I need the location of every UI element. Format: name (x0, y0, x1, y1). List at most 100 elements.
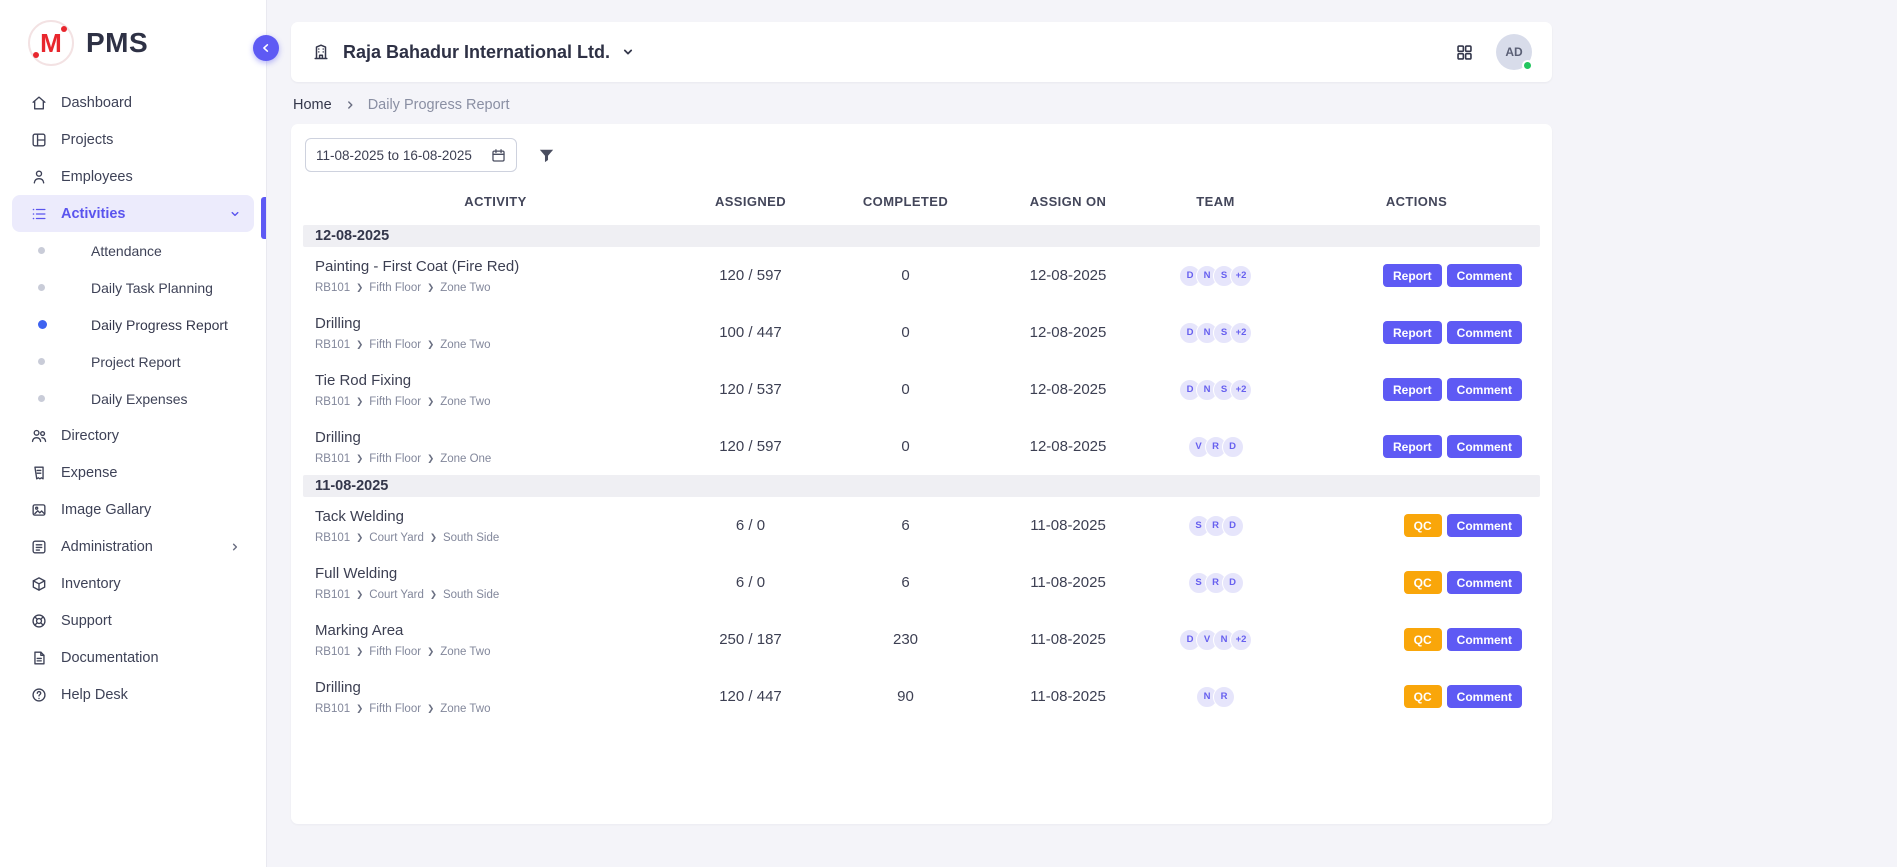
team-avatar[interactable]: D (1222, 436, 1244, 458)
sidebar-item-employees[interactable]: Employees (12, 158, 254, 195)
assign-on-value: 11-08-2025 (998, 688, 1138, 705)
comment-button[interactable]: Comment (1447, 321, 1522, 344)
sidebar-collapse-button[interactable] (253, 35, 279, 61)
sidebar-item-daily-progress-report[interactable]: Daily Progress Report (12, 306, 254, 343)
nav-label: Dashboard (61, 95, 132, 111)
sidebar-item-project-report[interactable]: Project Report (12, 343, 254, 380)
activity-name: Marking Area (315, 622, 688, 639)
receipt-icon (30, 464, 48, 482)
table-row: Marking Area RB101❯ Fifth Floor❯ Zone Tw… (303, 611, 1540, 668)
sidebar-item-support[interactable]: Support (12, 602, 254, 639)
completed-value: 0 (813, 267, 998, 284)
sidebar-item-help-desk[interactable]: Help Desk (12, 676, 254, 713)
online-status-dot (1522, 60, 1533, 71)
chevron-right-icon: ❯ (430, 589, 437, 600)
completed-value: 6 (813, 517, 998, 534)
app-title: PMS (86, 27, 148, 59)
chevron-down-icon[interactable] (620, 44, 636, 60)
comment-button[interactable]: Comment (1447, 264, 1522, 287)
chevron-right-icon: ❯ (356, 339, 363, 350)
assigned-value: 120 / 597 (688, 438, 813, 455)
sidebar-item-daily-task-planning[interactable]: Daily Task Planning (12, 269, 254, 306)
activity-name: Tie Rod Fixing (315, 372, 688, 389)
comment-button[interactable]: Comment (1447, 685, 1522, 708)
apps-grid-icon[interactable] (1455, 43, 1474, 62)
team-extra-count[interactable]: +2 (1230, 322, 1252, 344)
report-button[interactable]: Report (1383, 321, 1442, 344)
team-avatars: D N S +2 (1138, 265, 1293, 287)
avatar[interactable]: AD (1496, 34, 1532, 70)
column-header-actions: ACTIONS (1293, 194, 1540, 209)
qc-button[interactable]: QC (1404, 685, 1442, 708)
comment-button[interactable]: Comment (1447, 435, 1522, 458)
topbar: Raja Bahadur International Ltd. AD (291, 22, 1552, 82)
comment-button[interactable]: Comment (1447, 571, 1522, 594)
team-extra-count[interactable]: +2 (1230, 629, 1252, 651)
assign-on-value: 12-08-2025 (998, 267, 1138, 284)
comment-button[interactable]: Comment (1447, 628, 1522, 651)
filter-icon[interactable] (537, 146, 556, 165)
sidebar-item-projects[interactable]: Projects (12, 121, 254, 158)
chevron-right-icon: ❯ (427, 453, 434, 464)
activity-name: Drilling (315, 429, 688, 446)
breadcrumb-home[interactable]: Home (293, 97, 332, 113)
date-range-input[interactable]: 11-08-2025 to 16-08-2025 (305, 138, 517, 172)
nav-label: Image Gallary (61, 502, 151, 518)
team-avatar[interactable]: D (1222, 572, 1244, 594)
row-actions: QC Comment (1293, 514, 1540, 537)
company-name: Raja Bahadur International Ltd. (343, 42, 610, 63)
logo-dot (33, 52, 39, 58)
chevron-right-icon: ❯ (427, 396, 434, 407)
activity-name: Tack Welding (315, 508, 688, 525)
team-extra-count[interactable]: +2 (1230, 379, 1252, 401)
image-icon (30, 501, 48, 519)
sidebar-item-attendance[interactable]: Attendance (12, 232, 254, 269)
comment-button[interactable]: Comment (1447, 378, 1522, 401)
sidebar-item-activities[interactable]: Activities (12, 195, 254, 232)
bullet-dot-icon (38, 395, 45, 402)
sidebar-item-expense[interactable]: Expense (12, 454, 254, 491)
chevron-right-icon: ❯ (427, 646, 434, 657)
chevron-right-icon (228, 540, 242, 554)
nav-label: Daily Expenses (91, 391, 188, 407)
nav-label: Project Report (91, 354, 180, 370)
sidebar-item-daily-expenses[interactable]: Daily Expenses (12, 380, 254, 417)
logo-dot (61, 26, 67, 32)
completed-value: 230 (813, 631, 998, 648)
logo-letter: M (40, 28, 62, 59)
active-nav-indicator (261, 197, 266, 239)
table-row: Tie Rod Fixing RB101❯ Fifth Floor❯ Zone … (303, 361, 1540, 418)
activity-path: RB101❯ Fifth Floor❯ Zone Two (315, 339, 688, 351)
table-header: ACTIVITY ASSIGNED COMPLETED ASSIGN ON TE… (303, 184, 1540, 225)
bullet-dot-icon (38, 284, 45, 291)
report-button[interactable]: Report (1383, 378, 1442, 401)
chevron-right-icon: ❯ (430, 532, 437, 543)
qc-button[interactable]: QC (1404, 514, 1442, 537)
sidebar-item-administration[interactable]: Administration (12, 528, 254, 565)
nav-label: Support (61, 613, 112, 629)
team-avatar[interactable]: D (1222, 515, 1244, 537)
document-icon (30, 649, 48, 667)
nav-label: Administration (61, 539, 153, 555)
bullet-dot-icon (38, 247, 45, 254)
team-avatar[interactable]: R (1213, 686, 1235, 708)
assign-on-value: 12-08-2025 (998, 324, 1138, 341)
activity-path: RB101❯ Fifth Floor❯ Zone Two (315, 703, 688, 715)
sidebar-item-dashboard[interactable]: Dashboard (12, 84, 254, 121)
report-card: 11-08-2025 to 16-08-2025 ACTIVITY ASSIGN… (291, 124, 1552, 824)
sidebar-item-inventory[interactable]: Inventory (12, 565, 254, 602)
report-button[interactable]: Report (1383, 435, 1442, 458)
qc-button[interactable]: QC (1404, 571, 1442, 594)
sidebar-item-directory[interactable]: Directory (12, 417, 254, 454)
bullet-dot-icon (38, 320, 47, 329)
sidebar-item-documentation[interactable]: Documentation (12, 639, 254, 676)
logo: M PMS (0, 0, 266, 82)
activity-path: RB101❯ Fifth Floor❯ Zone One (315, 453, 688, 465)
sidebar-item-image-gallery[interactable]: Image Gallary (12, 491, 254, 528)
team-extra-count[interactable]: +2 (1230, 265, 1252, 287)
nav-label: Employees (61, 169, 133, 185)
assigned-value: 120 / 537 (688, 381, 813, 398)
comment-button[interactable]: Comment (1447, 514, 1522, 537)
report-button[interactable]: Report (1383, 264, 1442, 287)
qc-button[interactable]: QC (1404, 628, 1442, 651)
